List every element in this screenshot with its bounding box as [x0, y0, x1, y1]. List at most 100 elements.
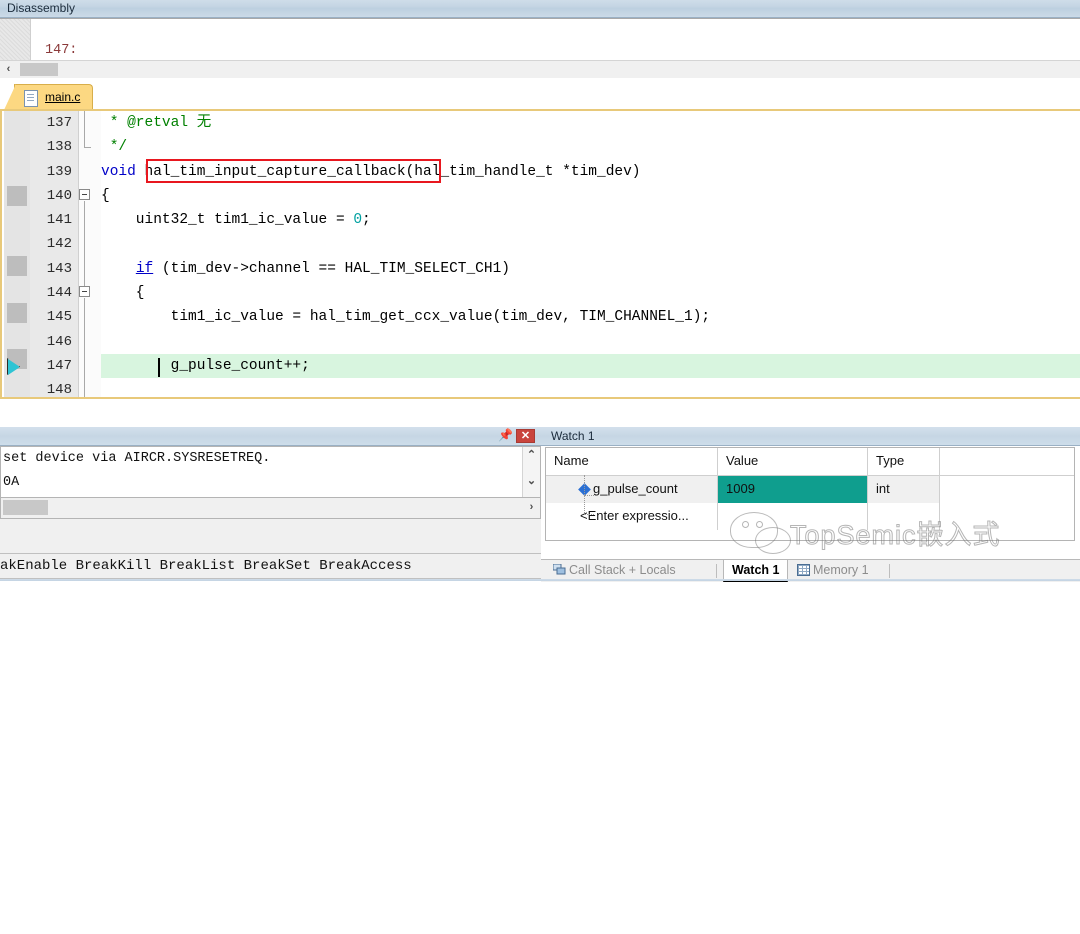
- code-segment: */: [101, 139, 128, 156]
- tab-label: Call Stack + Locals: [569, 563, 676, 577]
- close-icon[interactable]: ✕: [516, 429, 535, 443]
- scroll-right-arrow-icon[interactable]: ›: [523, 499, 540, 516]
- fold-toggle-144[interactable]: [79, 286, 90, 297]
- memory-grid-icon: [797, 564, 810, 576]
- marker-cell: [4, 135, 30, 159]
- column-header-type[interactable]: Type: [868, 448, 940, 475]
- watch-row-g-pulse-count[interactable]: g_pulse_count 1009 int: [546, 476, 1074, 503]
- disassembly-pane: Disassembly 147: g_pulse_count++; 148: ‹: [0, 0, 1080, 78]
- watch-table[interactable]: Name Value Type g_pulse_count 1009 int <…: [545, 447, 1075, 541]
- scroll-left-arrow-icon[interactable]: ‹: [4, 398, 21, 399]
- code-line: {: [101, 184, 1080, 208]
- console-output-line: set device via AIRCR.SYSRESETREQ.: [3, 451, 271, 466]
- watch-row-spacer: [940, 503, 1074, 530]
- tree-guide-tick: [584, 495, 594, 497]
- line-number: 146: [46, 333, 72, 350]
- line-number: 138: [46, 139, 72, 156]
- editor-tab-main-c[interactable]: main.c: [3, 84, 94, 110]
- watch-variable-name: g_pulse_count: [593, 481, 678, 496]
- pin-icon[interactable]: 📌: [498, 429, 513, 443]
- column-header-value[interactable]: Value: [718, 448, 868, 475]
- marker-cell-executable: [7, 185, 27, 206]
- disassembly-body: 147: g_pulse_count++; 148:: [0, 18, 1080, 61]
- debugger-window: Disassembly 147: g_pulse_count++; 148: ‹…: [0, 0, 1080, 582]
- watch-row-type-cell: [868, 503, 940, 530]
- line-number: 139: [46, 163, 72, 180]
- watch-row-spacer: [940, 476, 1074, 503]
- code-segment: if: [135, 260, 154, 277]
- command-input-text: akEnable BreakKill BreakList BreakSet Br…: [0, 558, 412, 574]
- editor-tab-label: main.c: [45, 90, 81, 104]
- editor-hscrollbar[interactable]: ‹: [4, 397, 1080, 399]
- code-segment: 0: [353, 212, 363, 229]
- code-line: */: [101, 135, 1080, 159]
- fold-line: [84, 298, 85, 397]
- code-segment: g_pulse_count++;: [101, 357, 310, 374]
- line-number: 145: [46, 309, 72, 326]
- code-editor-pane: main.c 137 138 139 140 141 142 143 144 1…: [0, 78, 1080, 425]
- watch-row-enter-expression[interactable]: <Enter expressio...: [546, 503, 1074, 530]
- editor-fold-gutter[interactable]: [79, 111, 101, 397]
- column-header-spacer: [940, 448, 1074, 475]
- scrollbar-thumb[interactable]: [3, 500, 48, 515]
- fold-line: [84, 201, 85, 291]
- tab-separator: [889, 564, 890, 578]
- code-segment: (hal_tim_handle_t *tim_dev): [405, 163, 641, 180]
- fold-toggle-140[interactable]: [79, 189, 90, 200]
- code-line: uint32_t tim1_ic_value = 0;: [101, 208, 1080, 232]
- line-number: 147: [46, 357, 72, 374]
- column-header-name[interactable]: Name: [546, 448, 718, 475]
- scroll-left-arrow-icon[interactable]: ‹: [0, 61, 17, 78]
- tree-guide-tick: [584, 514, 594, 516]
- editor-marker-gutter[interactable]: [4, 111, 30, 397]
- code-segment-function-name: hal_tim_input_capture_callback: [144, 163, 406, 180]
- editor-code-area[interactable]: * @retval 无 */ void hal_tim_input_captur…: [101, 111, 1080, 397]
- line-number: 143: [46, 260, 72, 277]
- code-line: if (tim_dev->channel == HAL_TIM_SELECT_C…: [101, 257, 1080, 281]
- document-icon: [24, 90, 38, 107]
- code-segment: void: [101, 163, 145, 180]
- marker-cell: [4, 111, 30, 135]
- scrollbar-thumb[interactable]: [20, 63, 58, 76]
- marker-cell: [4, 276, 30, 300]
- marker-cell-executable: [7, 302, 27, 323]
- watch-row-name-cell[interactable]: <Enter expressio...: [546, 503, 718, 530]
- editor-tabstrip: main.c: [0, 84, 1080, 110]
- disassembly-hscrollbar[interactable]: ‹: [0, 60, 1080, 78]
- console-output-line: 0A: [3, 475, 20, 490]
- scroll-up-arrow-icon[interactable]: ⌃: [523, 447, 540, 464]
- watch-row-value-cell[interactable]: [718, 503, 868, 530]
- watch-row-name-cell[interactable]: g_pulse_count: [546, 476, 718, 503]
- marker-cell: [4, 230, 30, 254]
- code-segment: {: [101, 285, 145, 302]
- editor-line-numbers: 137 138 139 140 141 142 143 144 145 146 …: [30, 111, 79, 397]
- watch-pane: Watch 1 Name Value Type g_pulse_count 10…: [541, 427, 1080, 582]
- fold-tick: [84, 147, 91, 148]
- code-line-current: g_pulse_count++;: [101, 353, 1080, 379]
- console-vscrollbar[interactable]: ⌃ ⌄: [522, 447, 540, 497]
- line-number: 148: [46, 382, 72, 399]
- disassembly-row: 148:: [0, 40, 1080, 61]
- tab-label: Memory 1: [813, 563, 869, 577]
- fold-line: [84, 111, 85, 147]
- line-number: 142: [46, 236, 72, 253]
- marker-cell: [4, 323, 30, 347]
- line-number: 141: [46, 212, 72, 229]
- command-input-row[interactable]: akEnable BreakKill BreakList BreakSet Br…: [0, 553, 541, 579]
- watch-row-value-cell[interactable]: 1009: [718, 476, 868, 503]
- console-title-bar: 📌 ✕: [0, 427, 541, 446]
- console-output[interactable]: set device via AIRCR.SYSRESETREQ. 0A ⌃ ⌄: [0, 446, 541, 498]
- line-number: 144: [46, 285, 72, 302]
- code-segment: tim1_ic_value = hal_tim_get_ccx_value(ti…: [101, 309, 711, 326]
- tab-label: Watch 1: [732, 563, 780, 577]
- line-number: 140: [46, 187, 72, 204]
- code-segment: uint32_t tim1_ic_value =: [101, 212, 354, 229]
- scroll-down-arrow-icon[interactable]: ⌄: [523, 473, 540, 490]
- console-hscrollbar[interactable]: ›: [0, 498, 541, 519]
- console-spacer: [0, 528, 541, 554]
- editor-frame: 137 138 139 140 141 142 143 144 145 146 …: [0, 109, 1080, 399]
- code-segment: {: [101, 187, 110, 204]
